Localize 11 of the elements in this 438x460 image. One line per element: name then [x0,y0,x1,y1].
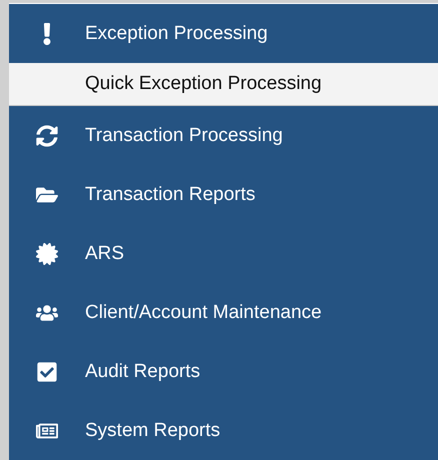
menu-item[interactable]: Audit Reports [9,342,438,401]
menu-item[interactable]: Exception Processing [9,4,438,63]
refresh-icon [36,124,58,146]
submenu-item[interactable]: Quick Exception Processing [9,63,438,106]
checkbox-icon [36,360,58,382]
menu-item[interactable]: ARS [9,224,438,283]
menu-item[interactable]: Transaction Reports [9,165,438,224]
menu-item[interactable]: System Reports [9,401,438,460]
menu-item[interactable]: Transaction Processing [9,106,438,165]
menu-item[interactable]: Client/Account Maintenance [9,283,438,342]
badge-icon [36,242,58,264]
